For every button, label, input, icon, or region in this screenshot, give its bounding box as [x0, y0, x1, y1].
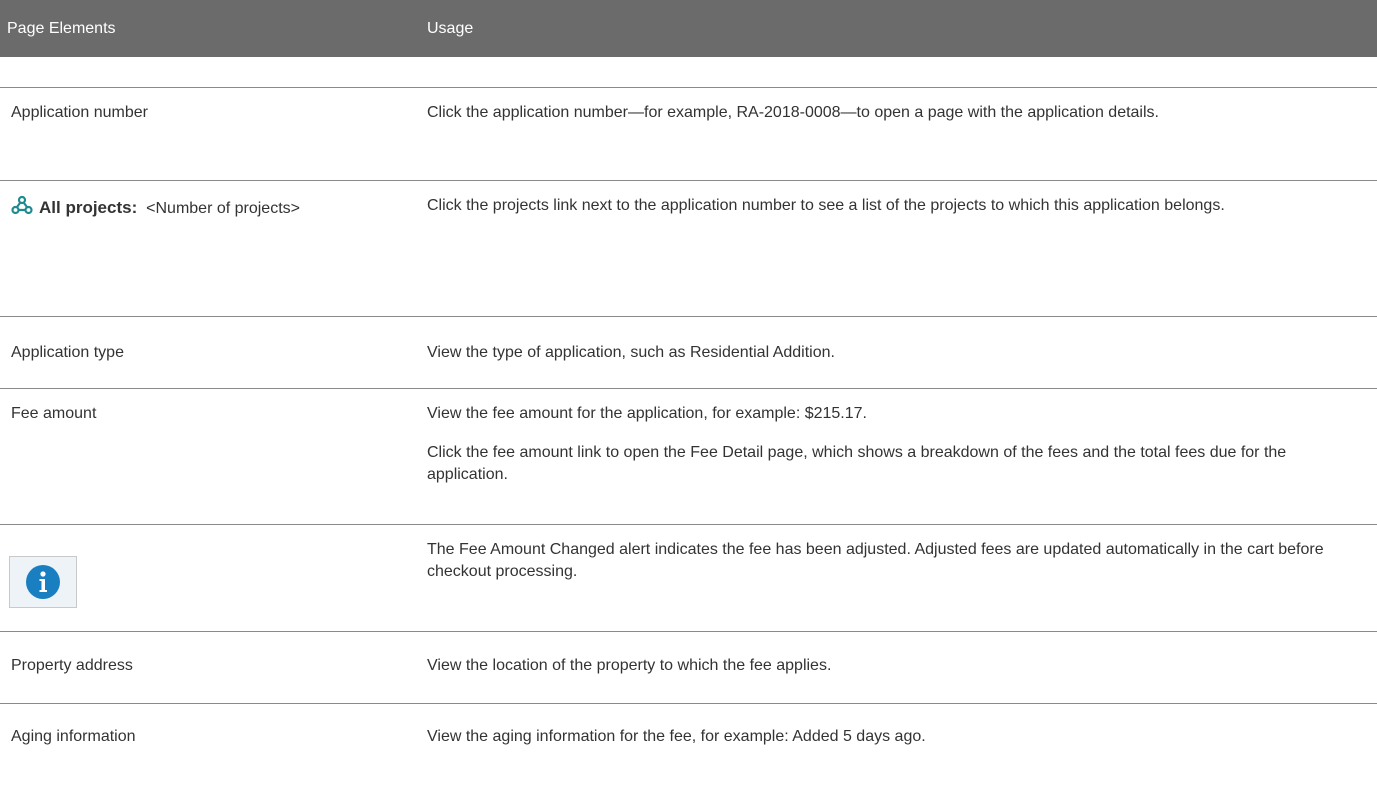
usage-application-number: Click the application number—for example… — [427, 104, 1159, 121]
element-all-projects: All projects: <Number of projects> — [0, 195, 408, 316]
usage-fee-changed: The Fee Amount Changed alert indicates t… — [427, 541, 1324, 580]
header-usage: Usage — [427, 19, 474, 37]
table-row-property-address: Property address View the location of th… — [0, 631, 1377, 703]
element-aging-information: Aging information — [11, 728, 136, 745]
usage-all-projects: Click the projects link next to the appl… — [427, 197, 1225, 214]
table-row-fee-changed: The Fee Amount Changed alert indicates t… — [0, 524, 1377, 631]
usage-fee-amount-1: View the fee amount for the application,… — [427, 405, 867, 422]
usage-application-type: View the type of application, such as Re… — [427, 344, 835, 361]
header-page-elements: Page Elements — [7, 19, 116, 37]
projects-icon — [11, 195, 33, 215]
element-application-type: Application type — [11, 344, 124, 361]
table-row-application-type: Application type View the type of applic… — [0, 316, 1377, 388]
page-elements-table: Page Elements Usage Application number C… — [0, 0, 1377, 773]
usage-aging-information: View the aging information for the fee, … — [427, 728, 926, 745]
table-header: Page Elements Usage — [0, 0, 1377, 57]
info-icon — [9, 556, 77, 608]
table-row-fee-amount: Fee amount View the fee amount for the a… — [0, 388, 1377, 524]
element-property-address: Property address — [11, 657, 133, 674]
number-of-projects-placeholder: <Number of projects> — [146, 200, 300, 217]
header-spacer — [0, 57, 1377, 87]
table-row-aging-information: Aging information View the aging informa… — [0, 703, 1377, 773]
table-row-application-number: Application number Click the application… — [0, 87, 1377, 180]
table-row-all-projects: All projects: <Number of projects> Click… — [0, 180, 1377, 316]
element-application-number: Application number — [11, 104, 148, 121]
element-fee-changed — [0, 542, 408, 631]
element-fee-amount: Fee amount — [11, 405, 97, 422]
usage-property-address: View the location of the property to whi… — [427, 657, 832, 674]
all-projects-label: All projects: — [39, 198, 138, 217]
usage-fee-amount: View the fee amount for the application,… — [408, 403, 1377, 524]
usage-fee-amount-2: Click the fee amount link to open the Fe… — [427, 444, 1287, 483]
